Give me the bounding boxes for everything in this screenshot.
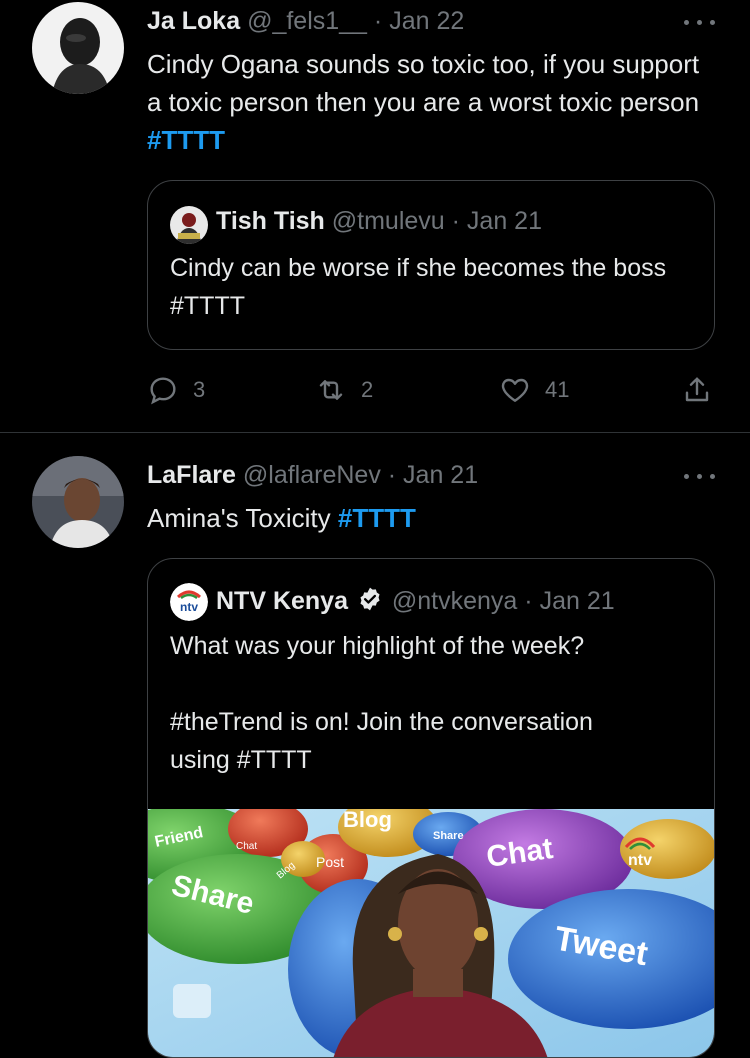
author-handle[interactable]: @laflareNev [243,461,381,489]
ntv-highlight-photo: Friend Share Blog Share Chat Post Blog C… [148,809,714,1057]
tweet-date[interactable]: · Jan 22 [374,7,464,35]
retweet-count: 2 [361,377,374,402]
reply-icon [150,377,176,405]
quote-date: · Jan 21 [524,587,615,615]
quote-author-name: Tish Tish [216,207,325,235]
verified-badge-icon [357,586,383,621]
reply-button[interactable]: 3 [147,370,205,410]
retweet-icon [319,380,343,400]
media-word: Post [316,854,344,870]
author-name[interactable]: Ja Loka [147,7,240,35]
share-icon [685,377,709,402]
like-button[interactable]: 41 [499,370,569,410]
media-word: Blog [343,809,392,832]
quote-text-line: #theTrend is on! Join the conversation [170,708,593,736]
svg-text:ntv: ntv [628,852,652,869]
quote-media-image[interactable]: Friend Share Blog Share Chat Post Blog C… [148,809,714,1057]
media-word: Share [433,830,464,842]
retweet-button[interactable]: 2 [315,370,373,410]
media-word: Chat [236,841,257,852]
quote-text: Cindy can be worse if she becomes the bo… [170,254,667,320]
quote-author-handle: @tmulevu [331,207,445,235]
quote-text: What was your highlight of the week? #th… [170,627,700,779]
tweet-header: Ja Loka @_fels1__ · Jan 22 [147,4,464,38]
quote-text-line: using #TTTT [170,746,312,774]
tweet-ja-loka[interactable]: Ja Loka @_fels1__ · Jan 22 Cindy Ogana s… [0,0,750,430]
avatar-tish-tish[interactable] [170,206,208,244]
tweet-date[interactable]: · Jan 21 [388,461,478,489]
like-count: 41 [545,377,570,402]
tweet-header: LaFlare @laflareNev · Jan 21 [147,458,478,492]
hashtag-link[interactable]: #TTTT [147,125,225,155]
avatar-ja-loka[interactable] [32,2,124,94]
quote-text-line: What was your highlight of the week? [170,632,585,660]
author-name[interactable]: LaFlare [147,461,236,489]
avatar-laflare[interactable] [32,456,124,548]
tweet-actions: 3 2 41 [147,370,717,410]
heart-icon [501,378,529,402]
quote-header: Tish Tish @tmulevu · Jan 21 [216,204,542,238]
reply-count: 3 [193,377,206,402]
quoted-tweet[interactable]: ntv NTV Kenya @ntvkenya · Jan 21 What wa… [147,558,715,1058]
share-button[interactable] [681,370,727,410]
more-options-icon[interactable] [682,466,718,486]
quote-author-handle: @ntvkenya [391,587,518,615]
quote-header: NTV Kenya @ntvkenya · Jan 21 [216,584,615,621]
quote-date: · Jan 21 [451,207,542,235]
quoted-tweet[interactable]: Tish Tish @tmulevu · Jan 21 Cindy can be… [147,180,715,350]
avatar-ntv-kenya[interactable]: ntv [170,583,208,621]
ntv-watermark-logo: ntv [624,837,656,869]
tweet-text: Amina's Toxicity #TTTT [147,503,416,533]
quote-author-name: NTV Kenya [216,587,348,615]
hashtag-link[interactable]: #TTTT [338,503,416,533]
ntv-avatar-logo: ntv [180,600,198,614]
tweet-laflare[interactable]: LaFlare @laflareNev · Jan 21 Amina's Tox… [0,433,750,1058]
author-handle[interactable]: @_fels1__ [247,7,367,35]
more-options-icon[interactable] [682,12,718,32]
tweet-text: Cindy Ogana sounds so toxic too, if you … [147,49,700,155]
